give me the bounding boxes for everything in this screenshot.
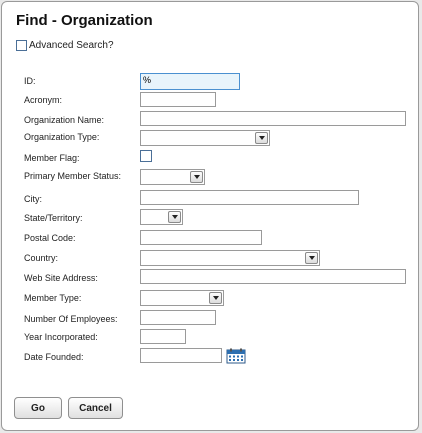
- member-flag-checkbox[interactable]: [140, 150, 152, 162]
- organization-name-label: Organization Name:: [24, 115, 105, 125]
- advanced-search-checkbox[interactable]: [16, 39, 27, 51]
- web-site-address-input[interactable]: [140, 269, 406, 284]
- city-label: City:: [24, 194, 42, 204]
- date-founded-label: Date Founded:: [24, 352, 84, 362]
- chevron-down-icon[interactable]: [305, 252, 318, 264]
- state-territory-select[interactable]: [140, 209, 183, 225]
- postal-code-label: Postal Code:: [24, 233, 76, 243]
- organization-type-select[interactable]: [140, 130, 270, 146]
- go-button[interactable]: Go: [14, 397, 62, 419]
- member-type-label: Member Type:: [24, 293, 82, 303]
- organization-name-input[interactable]: [140, 111, 406, 126]
- chevron-down-icon[interactable]: [255, 132, 268, 144]
- acronym-label: Acronym:: [24, 95, 63, 105]
- primary-member-status-select[interactable]: [140, 169, 205, 185]
- id-label: ID:: [24, 76, 36, 86]
- state-territory-label: State/Territory:: [24, 213, 83, 223]
- find-organization-panel: Find - Organization Advanced Search? ID:…: [1, 1, 419, 431]
- cancel-button[interactable]: Cancel: [68, 397, 123, 419]
- date-founded-input[interactable]: [140, 348, 222, 363]
- postal-code-input[interactable]: [140, 230, 262, 245]
- id-input[interactable]: %: [140, 73, 240, 90]
- page-title: Find - Organization: [16, 12, 153, 29]
- country-label: Country:: [24, 253, 59, 263]
- city-input[interactable]: [140, 190, 359, 205]
- advanced-search-toggle[interactable]: Advanced Search?: [16, 38, 114, 52]
- advanced-search-label: Advanced Search?: [29, 39, 114, 51]
- web-site-address-label: Web Site Address:: [24, 273, 98, 283]
- number-of-employees-input[interactable]: [140, 310, 216, 325]
- year-incorporated-label: Year Incorporated:: [24, 332, 98, 342]
- member-flag-label: Member Flag:: [24, 153, 80, 163]
- acronym-input[interactable]: [140, 92, 216, 107]
- member-type-select[interactable]: [140, 290, 224, 306]
- chevron-down-icon[interactable]: [209, 292, 222, 304]
- chevron-down-icon[interactable]: [190, 171, 203, 183]
- chevron-down-icon[interactable]: [168, 211, 181, 223]
- country-select[interactable]: [140, 250, 320, 266]
- primary-member-status-label: Primary Member Status:: [24, 171, 122, 181]
- number-of-employees-label: Number Of Employees:: [24, 314, 118, 324]
- year-incorporated-input[interactable]: [140, 329, 186, 344]
- calendar-icon[interactable]: [226, 348, 246, 364]
- organization-type-label: Organization Type:: [24, 132, 100, 142]
